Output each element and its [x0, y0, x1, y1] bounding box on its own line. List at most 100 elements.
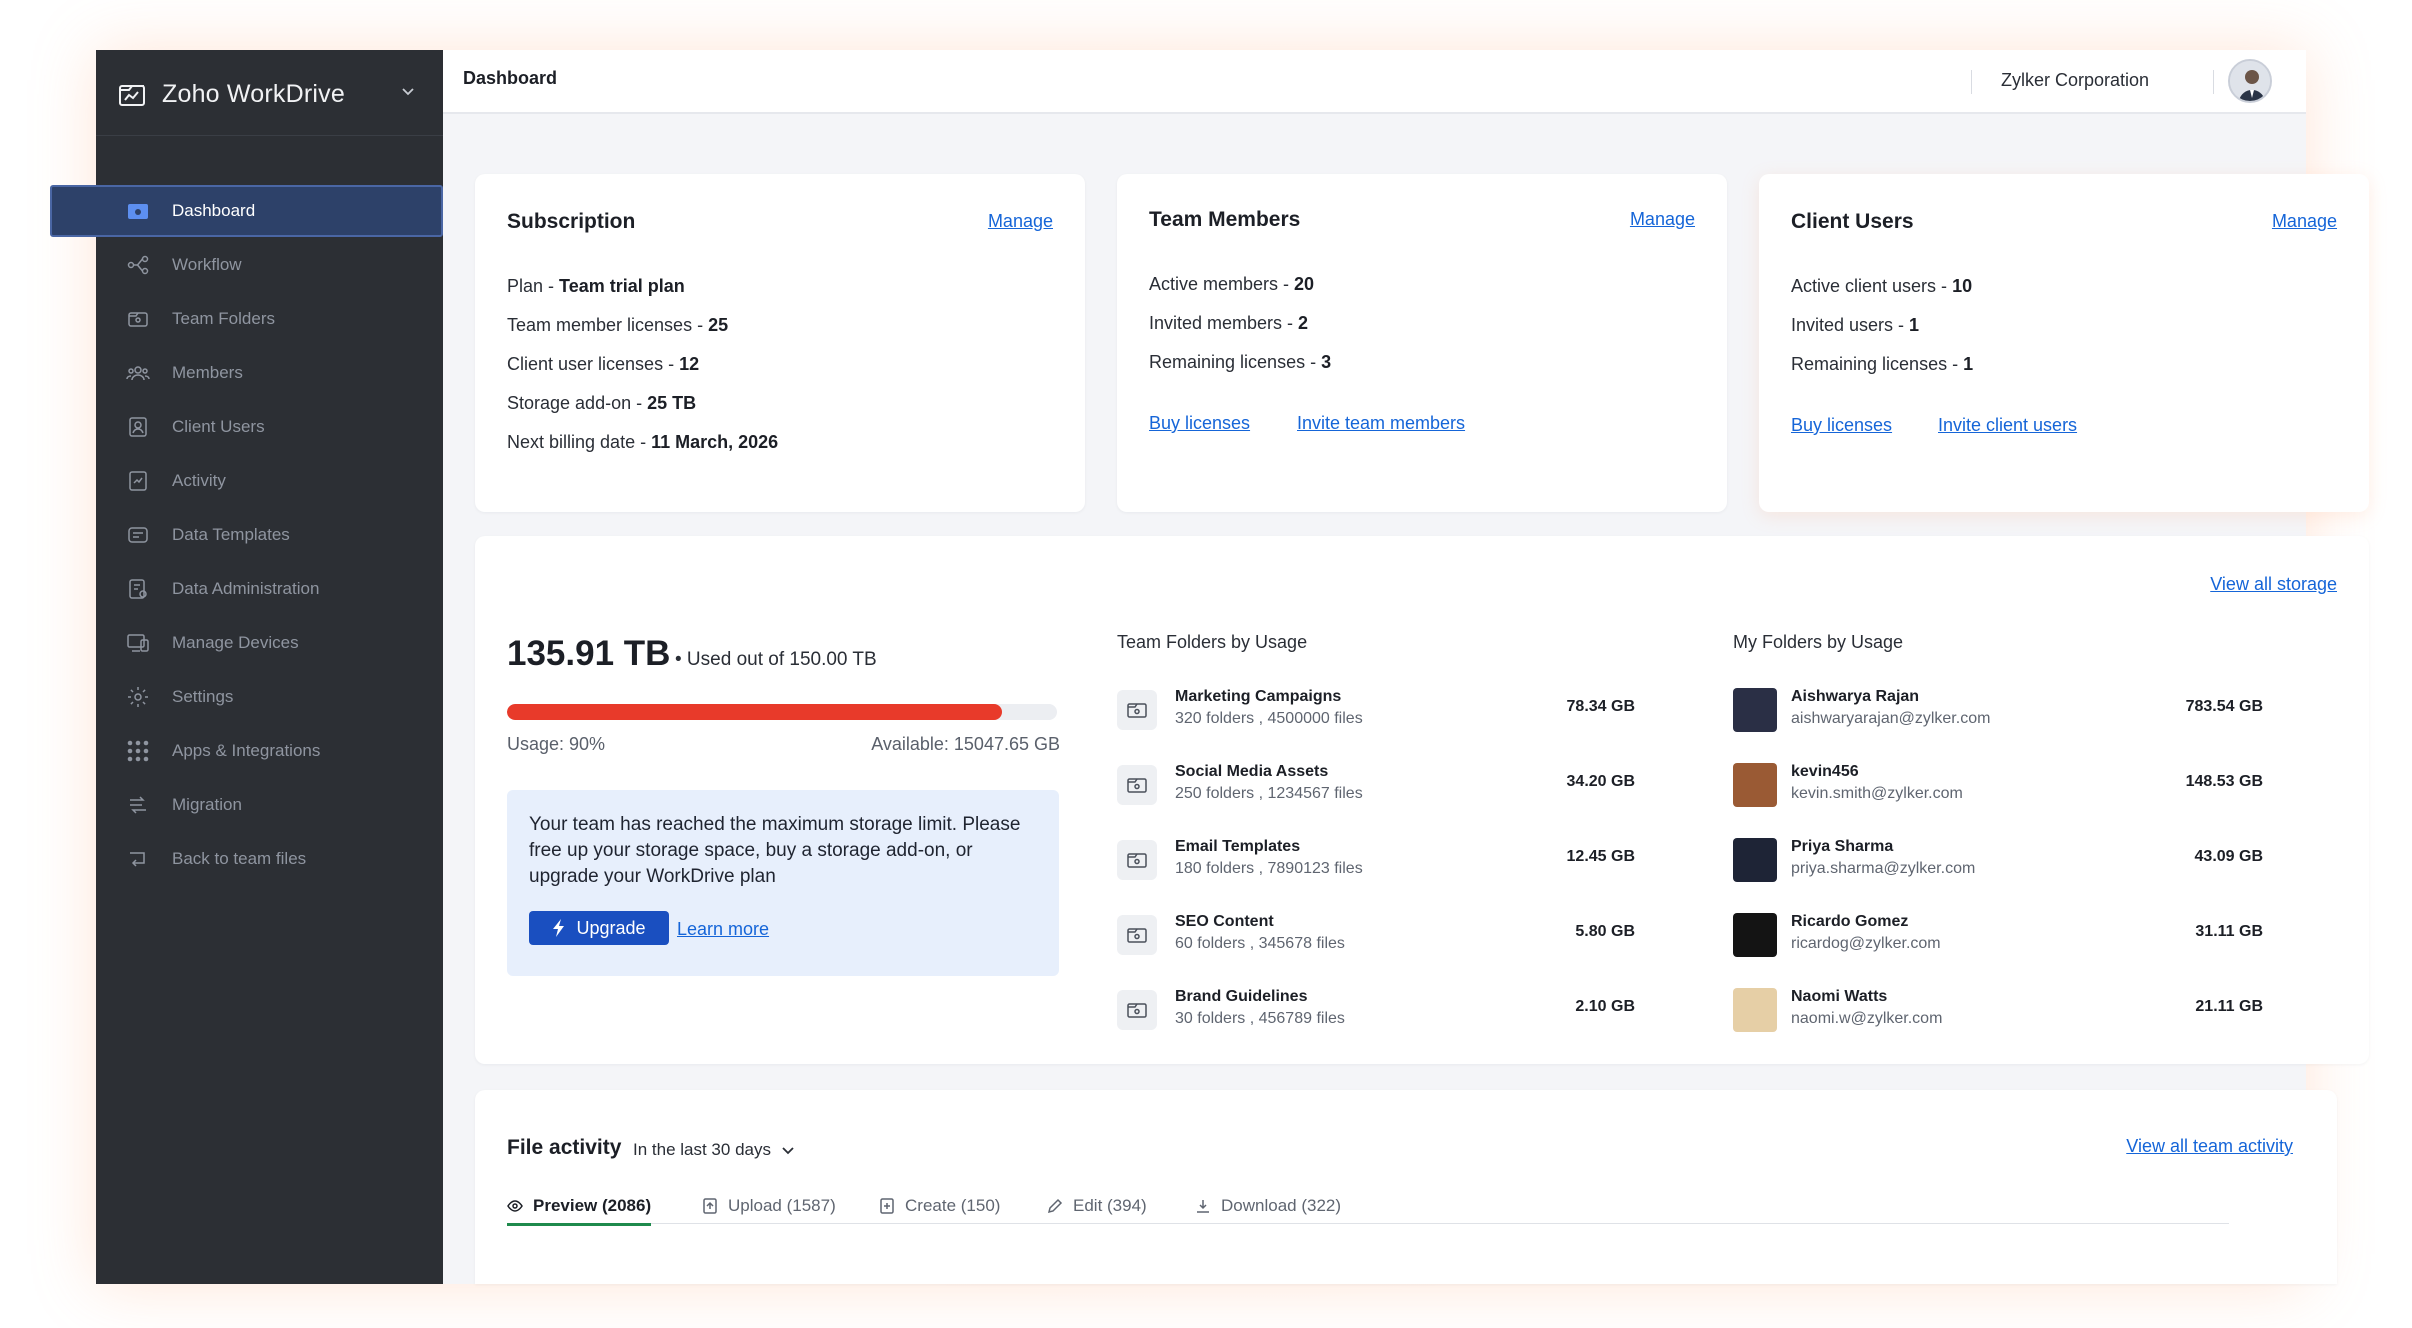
view-all-storage-link[interactable]: View all storage	[2210, 574, 2337, 595]
sidebar-item-label: Data Administration	[172, 579, 320, 598]
sidebar-item-label: Dashboard	[172, 201, 256, 220]
folder-icon-box	[1117, 990, 1157, 1030]
tab-download[interactable]: Download (322)	[1195, 1188, 1341, 1224]
user-folder-size: 148.53 GB	[2185, 773, 2263, 790]
manage-subscription-link[interactable]: Manage	[988, 211, 1053, 232]
activity-tabs: Preview (2086) Upload (1587) Create (150…	[507, 1188, 2229, 1226]
learn-more-link[interactable]: Learn more	[677, 919, 769, 940]
tab-preview[interactable]: Preview (2086)	[507, 1188, 652, 1226]
sidebar-item-migration[interactable]: Migration	[126, 779, 426, 831]
usage-percent: Usage: 90%	[507, 734, 606, 754]
top-bar: Dashboard Zylker Corporation	[443, 50, 2306, 114]
devices-icon	[127, 634, 149, 652]
storage-usage-bar	[507, 704, 1057, 720]
sidebar: Zoho WorkDrive Dashboard Workflow Team F…	[50, 50, 443, 1284]
tab-upload[interactable]: Upload (1587)	[702, 1188, 836, 1224]
app-name: Zoho WorkDrive	[162, 79, 345, 108]
user-photo	[1733, 688, 1777, 732]
sidebar-item-activity[interactable]: Activity	[126, 455, 426, 507]
user-name: Naomi Watts	[1791, 988, 1888, 1005]
chevron-down-icon	[782, 1147, 794, 1155]
active-members-row: Active members - 20	[1149, 274, 1315, 294]
user-avatar[interactable]	[2228, 59, 2272, 103]
tab-label: Create (150)	[905, 1196, 1001, 1215]
sidebar-item-data-administration[interactable]: Data Administration	[126, 563, 426, 615]
invite-client-users-link[interactable]: Invite client users	[1938, 415, 2077, 436]
user-folder-size: 21.11 GB	[2195, 998, 2263, 1015]
activity-icon	[129, 471, 147, 491]
folder-name: Email Templates	[1175, 838, 1301, 855]
sidebar-item-label: Data Templates	[172, 525, 290, 544]
upgrade-button[interactable]: Upgrade	[529, 911, 669, 945]
user-email: kevin.smith@zylker.com	[1791, 785, 1963, 802]
team-folder-row[interactable]: Marketing Campaigns 320 folders , 4500000…	[1117, 686, 1647, 742]
user-photo	[1733, 988, 1777, 1032]
user-photo	[1733, 763, 1777, 807]
card-title: Team Members	[1149, 208, 1301, 231]
sidebar-item-members[interactable]: Members	[126, 347, 426, 399]
sidebar-item-data-templates[interactable]: Data Templates	[126, 509, 426, 561]
tab-create[interactable]: Create (150)	[879, 1188, 1000, 1224]
upload-icon	[703, 1198, 717, 1214]
sidebar-item-label: Team Folders	[172, 309, 275, 328]
team-folder-row[interactable]: Brand Guidelines 30 folders , 456789 file…	[1117, 986, 1647, 1042]
card-title: Client Users	[1791, 210, 1914, 233]
folder-name: Marketing Campaigns	[1175, 688, 1342, 705]
sidebar-item-apps-integrations[interactable]: Apps & Integrations	[126, 725, 426, 777]
app-switcher[interactable]: Zoho WorkDrive	[118, 72, 345, 116]
buy-client-licenses-link[interactable]: Buy licenses	[1791, 415, 1892, 436]
sidebar-item-team-folders[interactable]: Team Folders	[126, 293, 426, 345]
lightning-icon	[553, 919, 565, 937]
storage-card: View all storage 135.91 TB • Used out of…	[475, 536, 2369, 1064]
page-title: Dashboard	[463, 68, 558, 88]
sidebar-item-manage-devices[interactable]: Manage Devices	[126, 617, 426, 669]
folder-icon	[1127, 703, 1147, 718]
client-user-licenses-row: Client user licenses - 12	[507, 354, 700, 374]
sidebar-item-workflow[interactable]: Workflow	[126, 239, 426, 291]
invite-team-members-link[interactable]: Invite team members	[1297, 413, 1465, 434]
create-icon	[880, 1198, 894, 1214]
my-folder-row[interactable]: Aishwarya Rajan aishwaryarajan@zylker.com…	[1733, 686, 2273, 742]
team-folder-row[interactable]: SEO Content 60 folders , 345678 files 5.80…	[1117, 911, 1647, 967]
manage-client-users-link[interactable]: Manage	[2272, 211, 2337, 232]
folder-icon	[1127, 1003, 1147, 1018]
view-all-team-activity-link[interactable]: View all team activity	[2126, 1136, 2293, 1157]
active-client-users-row: Active client users - 10	[1791, 276, 1973, 296]
pencil-icon	[1047, 1198, 1063, 1214]
tab-label: Upload (1587)	[728, 1196, 836, 1215]
folder-size: 12.45 GB	[1566, 848, 1635, 865]
next-billing-row: Next billing date - 11 March, 2026	[507, 432, 779, 452]
app-window: Zoho WorkDrive Dashboard Workflow Team F…	[50, 50, 2369, 1284]
sidebar-item-back-to-team-files[interactable]: Back to team files	[126, 833, 426, 885]
back-arrow-icon	[130, 852, 145, 867]
sidebar-item-dashboard[interactable]: Dashboard	[50, 185, 443, 237]
tab-label: Edit (394)	[1073, 1196, 1147, 1215]
my-folder-row[interactable]: kevin456 kevin.smith@zylker.com 148.53 GB	[1733, 761, 2273, 817]
sidebar-item-client-users[interactable]: Client Users	[126, 401, 426, 453]
tab-label: Preview (2086)	[533, 1195, 652, 1215]
user-name: Priya Sharma	[1791, 838, 1894, 855]
my-folder-row[interactable]: Naomi Watts naomi.w@zylker.com 21.11 GB	[1733, 986, 2273, 1042]
sidebar-item-settings[interactable]: Settings	[126, 671, 426, 723]
my-folder-row[interactable]: Priya Sharma priya.sharma@zylker.com 43.09…	[1733, 836, 2273, 892]
sidebar-item-label: Apps & Integrations	[172, 741, 321, 760]
avatar-image	[2230, 61, 2270, 101]
team-folder-row[interactable]: Social Media Assets 250 folders , 1234567…	[1117, 761, 1647, 817]
org-name[interactable]: Zylker Corporation	[2001, 70, 2149, 91]
folder-icon	[1127, 778, 1147, 793]
team-members-card: Team Members Manage Active members - 20 …	[1117, 174, 1727, 512]
team-folders-usage-title: Team Folders by Usage	[1117, 632, 1308, 652]
team-folder-row[interactable]: Email Templates 180 folders , 7890123 fil…	[1117, 836, 1647, 892]
chevron-down-icon[interactable]	[401, 84, 415, 98]
manage-team-members-link[interactable]: Manage	[1630, 209, 1695, 230]
available-storage: Available: 15047.65 GB	[871, 734, 1060, 754]
client-users-card: Client Users Manage Active client users …	[1759, 174, 2369, 512]
my-folder-row[interactable]: Ricardo Gomez ricardog@zylker.com 31.11 GB	[1733, 911, 2273, 967]
storage-usage-fill	[507, 704, 1002, 720]
user-folder-size: 31.11 GB	[2195, 923, 2263, 940]
data-templates-icon	[128, 527, 148, 543]
activity-range-dropdown[interactable]: In the last 30 days	[633, 1140, 795, 1160]
sidebar-item-label: Members	[172, 363, 243, 382]
buy-licenses-link[interactable]: Buy licenses	[1149, 413, 1250, 434]
tab-edit[interactable]: Edit (394)	[1047, 1188, 1147, 1224]
